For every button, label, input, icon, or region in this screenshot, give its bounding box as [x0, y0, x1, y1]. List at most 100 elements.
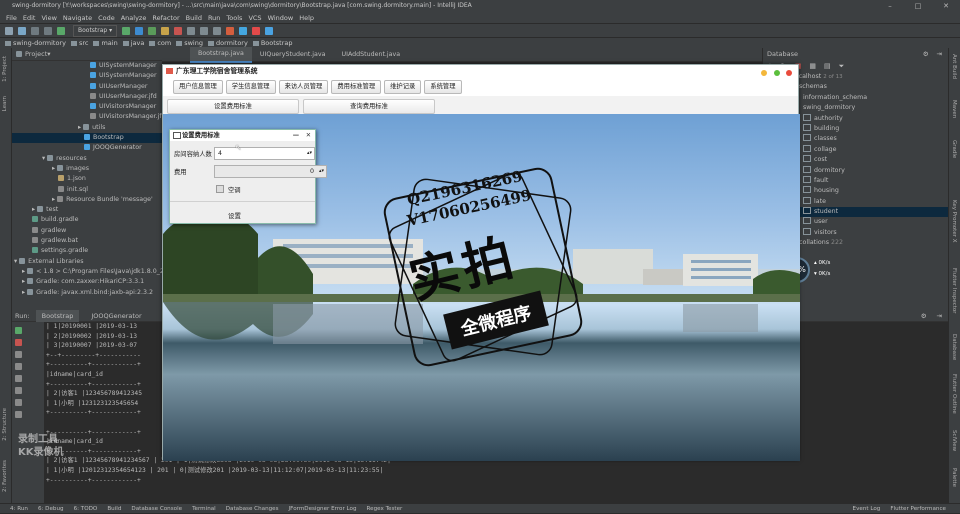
menu-run[interactable]: Run — [208, 14, 220, 22]
db-table-item[interactable]: building — [793, 123, 948, 134]
db-table-item[interactable]: collage — [793, 144, 948, 155]
db-table-item[interactable]: late — [793, 196, 948, 207]
run-config-select[interactable]: Bootstrap ▾ — [73, 24, 118, 37]
menu-code[interactable]: Code — [98, 14, 115, 22]
db-table-item[interactable]: dormitory — [793, 165, 948, 176]
vcs-icon[interactable] — [187, 26, 196, 35]
flutter-icon[interactable] — [239, 26, 248, 35]
window-controls[interactable]: – □ ✕ — [876, 0, 960, 13]
maximize-icon[interactable] — [773, 70, 780, 76]
debug-icon[interactable] — [135, 26, 144, 35]
tool-tab-gradle[interactable]: Gradle — [951, 140, 957, 158]
build-icon[interactable] — [57, 26, 65, 35]
rerun-icon[interactable] — [15, 327, 22, 334]
plugin-icon[interactable] — [226, 26, 235, 35]
tab-set-cost[interactable]: 设置费用标准 — [167, 99, 299, 114]
menu-visitors[interactable]: 来访人员管理 — [278, 80, 329, 94]
close-icon[interactable] — [786, 70, 792, 76]
menu-cost-standard[interactable]: 费用标准管理 — [331, 80, 382, 94]
set-button[interactable]: 设置 — [228, 210, 241, 220]
breadcrumb-item[interactable]: com — [149, 39, 171, 47]
tree-item[interactable]: gradlew.bat — [12, 236, 162, 246]
tool-tab-structure[interactable]: 2: Structure — [2, 408, 8, 441]
tool-tab-database[interactable]: Database — [951, 334, 957, 360]
tree-item[interactable]: 1.json — [12, 174, 162, 184]
status-todo[interactable]: 6: TODO — [74, 504, 98, 514]
menu-build[interactable]: Build — [186, 14, 202, 22]
tool-tab-flutter-inspector[interactable]: Flutter Inspector — [951, 268, 957, 314]
ac-checkbox[interactable] — [216, 185, 224, 193]
tree-item[interactable]: UIUserManager — [12, 82, 162, 92]
editor-tab-bootstrap[interactable]: Bootstrap.java — [190, 46, 252, 63]
menu-navigate[interactable]: Navigate — [63, 14, 92, 22]
db-table-item[interactable]: fault — [793, 175, 948, 186]
status-jform-errors[interactable]: JFormDesigner Error Log — [289, 504, 357, 514]
tree-item[interactable]: UIVisitorsManager — [12, 102, 162, 112]
db-tree-item[interactable]: information_schema — [793, 93, 948, 103]
breadcrumb-item[interactable]: main — [93, 39, 117, 47]
sync-icon[interactable] — [18, 26, 26, 35]
cost-spinner[interactable]: 0 ▴▾ — [214, 165, 327, 178]
login-icon[interactable] — [15, 375, 22, 382]
run-tab-bootstrap[interactable]: Bootstrap — [35, 309, 80, 322]
tool-tab-favorites[interactable]: 2: Favorites — [2, 460, 8, 492]
menu-file[interactable]: File — [6, 14, 17, 22]
tree-item[interactable]: ▸ Gradle: com.zaxxer:HikariCP:3.3.1 — [12, 277, 162, 287]
db-table-item[interactable]: housing — [793, 186, 948, 196]
settings-icon[interactable] — [15, 387, 22, 394]
run-tab-jooqgenerator[interactable]: JOOQGenerator — [85, 310, 147, 322]
menu-refactor[interactable]: Refactor — [152, 14, 179, 22]
run-icon[interactable] — [122, 26, 131, 35]
tree-item[interactable]: JOOQGenerator — [12, 143, 162, 153]
db-tree-item[interactable]: schemas — [793, 82, 948, 92]
tool-tab-sciview[interactable]: SciView — [951, 430, 957, 451]
save-icon[interactable] — [5, 26, 13, 35]
camera-icon[interactable] — [15, 363, 22, 370]
status-build[interactable]: Build — [107, 504, 121, 514]
hide-icon[interactable]: ⇥ — [937, 310, 942, 322]
status-run[interactable]: 4: Run — [10, 504, 28, 514]
pin-icon[interactable] — [15, 399, 22, 406]
db-table-item[interactable]: authority — [793, 113, 948, 124]
menu-analyze[interactable]: Analyze — [121, 14, 147, 22]
close-icon[interactable]: ✕ — [306, 130, 311, 141]
status-event-log[interactable]: Event Log — [853, 504, 881, 514]
tree-item[interactable]: gradlew — [12, 226, 162, 236]
pause-icon[interactable] — [15, 351, 22, 358]
tree-item[interactable]: UIUserManager.jfd — [12, 92, 162, 102]
db-tree-item[interactable]: collations 222 — [793, 238, 948, 248]
tool-tab-flutter-outline[interactable]: Flutter Outline — [951, 374, 957, 414]
menu-user-info[interactable]: 用户信息管理 — [173, 80, 223, 94]
db-table-item[interactable]: user — [793, 217, 948, 227]
minimize-icon[interactable]: – — [876, 0, 904, 12]
tree-item[interactable]: UISystemManager — [12, 71, 162, 81]
menu-vcs[interactable]: VCS — [248, 14, 261, 22]
menu-tools[interactable]: Tools — [226, 14, 242, 22]
breadcrumb-item[interactable]: Bootstrap — [253, 39, 293, 47]
menu-window[interactable]: Window — [268, 14, 294, 22]
close-icon[interactable] — [15, 411, 22, 418]
translate-icon[interactable] — [252, 26, 261, 35]
tree-item-selected[interactable]: Bootstrap — [12, 133, 162, 144]
tree-item[interactable]: settings.gradle — [12, 246, 162, 256]
tree-item[interactable]: ▸ Gradle: javax.xml.bind:jaxb-api:2.3.2 — [12, 288, 162, 298]
tree-item[interactable]: ▾ resources — [12, 154, 162, 164]
status-regex-tester[interactable]: Regex Tester — [367, 504, 403, 514]
tool-tab-key-promoter[interactable]: Key Promoter X — [951, 200, 957, 243]
camera-icon[interactable] — [265, 26, 274, 35]
menu-help[interactable]: Help — [299, 14, 314, 22]
tool-tab-learn[interactable]: Learn — [2, 96, 8, 111]
db-table-item[interactable]: classes — [793, 134, 948, 144]
db-tree-item[interactable]: swing_dormitory — [793, 103, 948, 113]
breadcrumb-item[interactable]: src — [71, 39, 89, 47]
tree-item[interactable]: UISystemManager — [12, 61, 162, 71]
tab-query-cost[interactable]: 查询费用标准 — [303, 99, 435, 114]
tree-item[interactable]: ▸ Resource Bundle 'message' — [12, 195, 162, 205]
stop-icon[interactable] — [174, 26, 183, 35]
breadcrumb-item[interactable]: swing-dormitory — [5, 39, 66, 47]
tool-tab-project[interactable]: 1: Project — [2, 56, 8, 82]
editor-tab-uiaddstudent[interactable]: UIAddStudent.java — [333, 48, 408, 62]
minimize-icon[interactable]: — — [293, 130, 299, 141]
db-table-item-selected[interactable]: student — [793, 207, 948, 218]
db-host[interactable]: localhost 2 of 13 — [793, 72, 948, 82]
